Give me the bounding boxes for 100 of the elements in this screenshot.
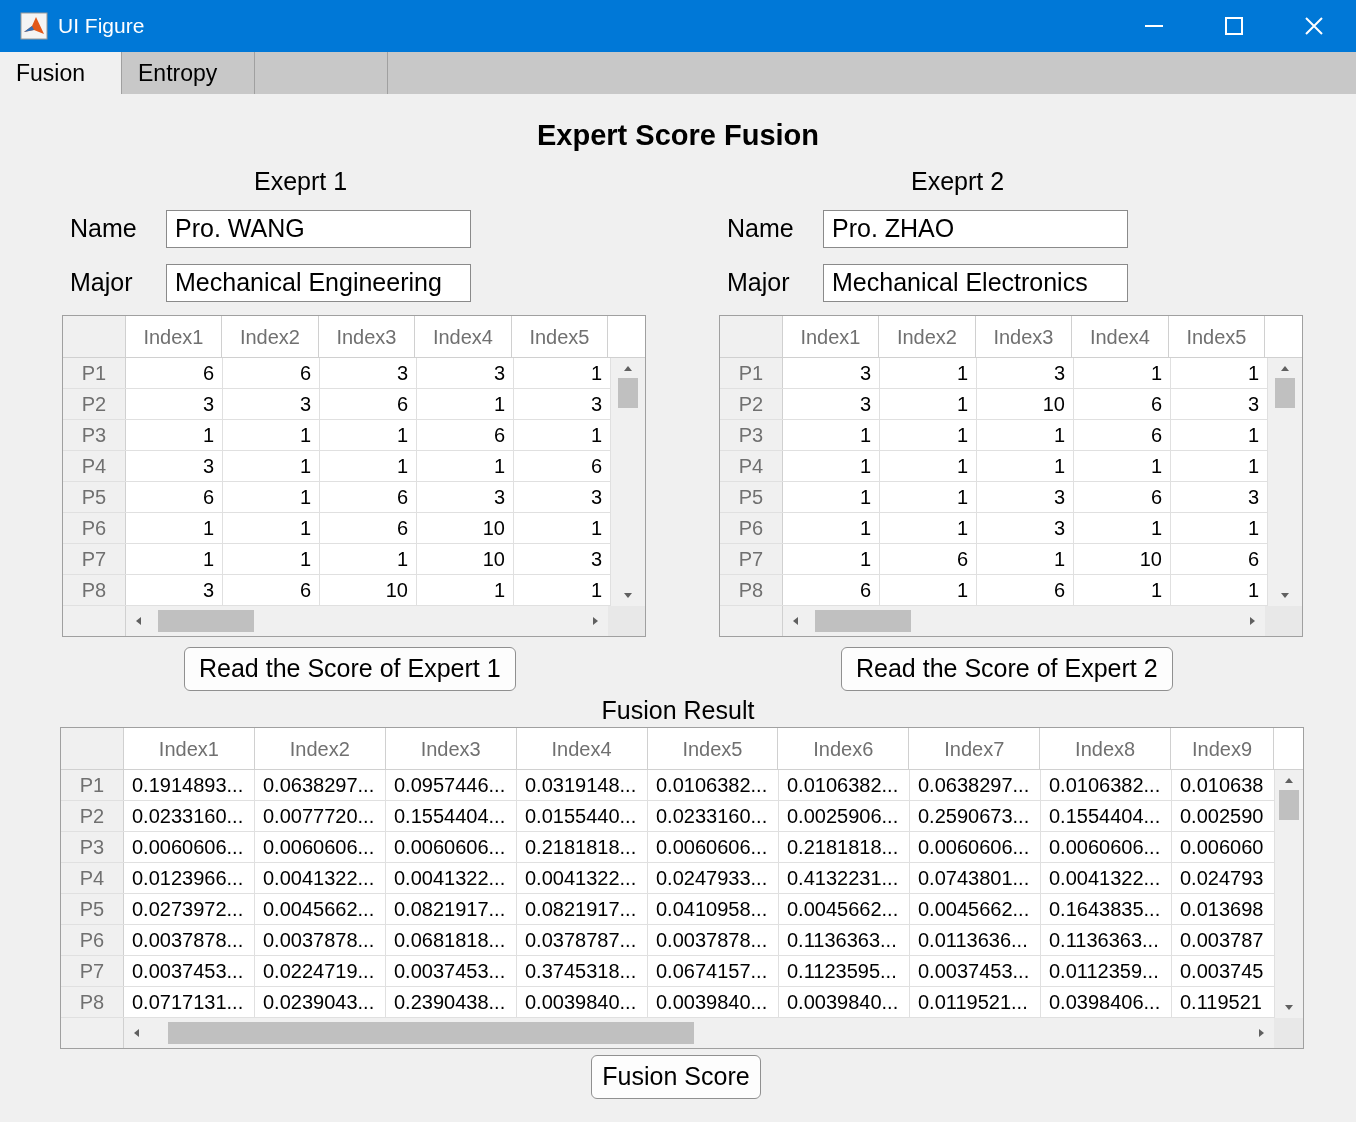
table-cell: 0.0045662... <box>779 894 910 924</box>
app-logo-icon <box>20 12 48 40</box>
table-cell: 6 <box>783 575 880 605</box>
scroll-down-icon[interactable] <box>623 590 633 600</box>
table-cell: 1 <box>880 482 977 512</box>
table-cell: 1 <box>1074 513 1171 543</box>
table-cell: 1 <box>880 451 977 481</box>
row-header: P3 <box>61 832 124 862</box>
table-cell: 0.0060606... <box>648 832 779 862</box>
table-cell: 0.2181818... <box>779 832 910 862</box>
table-cell: 0.0106382... <box>648 770 779 800</box>
table-cell: 0.0045662... <box>910 894 1041 924</box>
scroll-right-icon[interactable] <box>1247 616 1257 626</box>
table-cell: 6 <box>223 575 320 605</box>
table-cell: 1 <box>223 513 320 543</box>
scroll-thumb[interactable] <box>158 610 254 632</box>
row-header: P8 <box>63 575 126 605</box>
table-cell: 1 <box>1074 575 1171 605</box>
table-cell: 0.0119521... <box>910 987 1041 1017</box>
table-cell: 1 <box>223 451 320 481</box>
text-field[interactable]: Mechanical Electronics <box>823 264 1128 302</box>
table-cell: 6 <box>1074 389 1171 419</box>
row-header: P8 <box>61 987 124 1017</box>
row-header: P6 <box>720 513 783 543</box>
table-cell: 0.0041322... <box>1041 863 1172 893</box>
table-cell: 1 <box>417 389 514 419</box>
row-header: P1 <box>63 358 126 388</box>
row-header: P4 <box>63 451 126 481</box>
row-header: P4 <box>720 451 783 481</box>
table-cell: 10 <box>977 389 1074 419</box>
table-cell: 0.0378787... <box>517 925 648 955</box>
table-cell: 10 <box>417 513 514 543</box>
row-header: P7 <box>720 544 783 574</box>
table-cell: 0.1554404... <box>1041 801 1172 831</box>
table-cell: 0.0041322... <box>517 863 648 893</box>
table-cell: 3 <box>126 451 223 481</box>
read-score-button[interactable]: Read the Score of Expert 1 <box>184 647 516 691</box>
table-cell: 1 <box>1074 358 1171 388</box>
table-cell: 0.0821917... <box>517 894 648 924</box>
horizontal-scrollbar[interactable] <box>783 606 1265 636</box>
fusion-score-button[interactable]: Fusion Score <box>591 1055 761 1099</box>
table-cell: 1 <box>977 420 1074 450</box>
scroll-thumb[interactable] <box>168 1022 694 1044</box>
horizontal-scrollbar[interactable] <box>124 1018 1274 1048</box>
row-header: P6 <box>61 925 124 955</box>
table-cell: 0.0041322... <box>255 863 386 893</box>
text-field[interactable]: Pro. ZHAO <box>823 210 1128 248</box>
scroll-left-icon[interactable] <box>132 1028 142 1038</box>
table-cell: 1 <box>977 544 1074 574</box>
scroll-right-icon[interactable] <box>1256 1028 1266 1038</box>
scroll-thumb[interactable] <box>1279 790 1299 820</box>
table-cell: 3 <box>783 389 880 419</box>
row-header: P8 <box>720 575 783 605</box>
maximize-icon[interactable] <box>1224 16 1244 36</box>
row-header: P5 <box>720 482 783 512</box>
row-header: P1 <box>720 358 783 388</box>
table-cell: 3 <box>126 575 223 605</box>
table-cell: 0.0155440... <box>517 801 648 831</box>
scroll-right-icon[interactable] <box>590 616 600 626</box>
table-cell: 0.0681818... <box>386 925 517 955</box>
field-label: Name <box>70 213 138 245</box>
table-cell: 10 <box>1074 544 1171 574</box>
close-icon[interactable] <box>1304 16 1324 36</box>
table-cell: 3 <box>223 389 320 419</box>
scroll-left-icon[interactable] <box>791 616 801 626</box>
row-header: P5 <box>63 482 126 512</box>
tab[interactable]: Fusion <box>0 52 122 94</box>
table-cell: 0.0037453... <box>910 956 1041 986</box>
scroll-up-icon[interactable] <box>1280 364 1290 374</box>
table-cell: 6 <box>1074 420 1171 450</box>
table-cell: 0.0273972... <box>124 894 255 924</box>
scroll-thumb[interactable] <box>815 610 911 632</box>
table-cell: 0.1136363... <box>1041 925 1172 955</box>
table-cell: 0.0638297... <box>255 770 386 800</box>
horizontal-scrollbar[interactable] <box>126 606 608 636</box>
scroll-left-icon[interactable] <box>134 616 144 626</box>
table-cell: 3 <box>783 358 880 388</box>
scroll-up-icon[interactable] <box>1284 776 1294 786</box>
table-cell: 1 <box>783 420 880 450</box>
read-score-button[interactable]: Read the Score of Expert 2 <box>841 647 1173 691</box>
page-heading: Expert Score Fusion <box>536 118 820 153</box>
scroll-down-icon[interactable] <box>1280 590 1290 600</box>
scroll-up-icon[interactable] <box>623 364 633 374</box>
text-field[interactable]: Pro. WANG <box>166 210 471 248</box>
vertical-scrollbar[interactable] <box>1268 358 1302 606</box>
table-cell: 1 <box>320 544 417 574</box>
row-header: P7 <box>63 544 126 574</box>
scroll-down-icon[interactable] <box>1284 1002 1294 1012</box>
scroll-thumb[interactable] <box>618 378 638 408</box>
table-cell: 1 <box>880 420 977 450</box>
row-header: P3 <box>63 420 126 450</box>
table-cell: 6 <box>126 358 223 388</box>
table-cell: 1 <box>880 358 977 388</box>
table-cell: 6 <box>977 575 1074 605</box>
vertical-scrollbar[interactable] <box>1275 770 1303 1018</box>
vertical-scrollbar[interactable] <box>611 358 645 606</box>
table-cell: 10 <box>320 575 417 605</box>
text-field[interactable]: Mechanical Engineering <box>166 264 471 302</box>
scroll-thumb[interactable] <box>1275 378 1295 408</box>
table-cell: 6 <box>417 420 514 450</box>
